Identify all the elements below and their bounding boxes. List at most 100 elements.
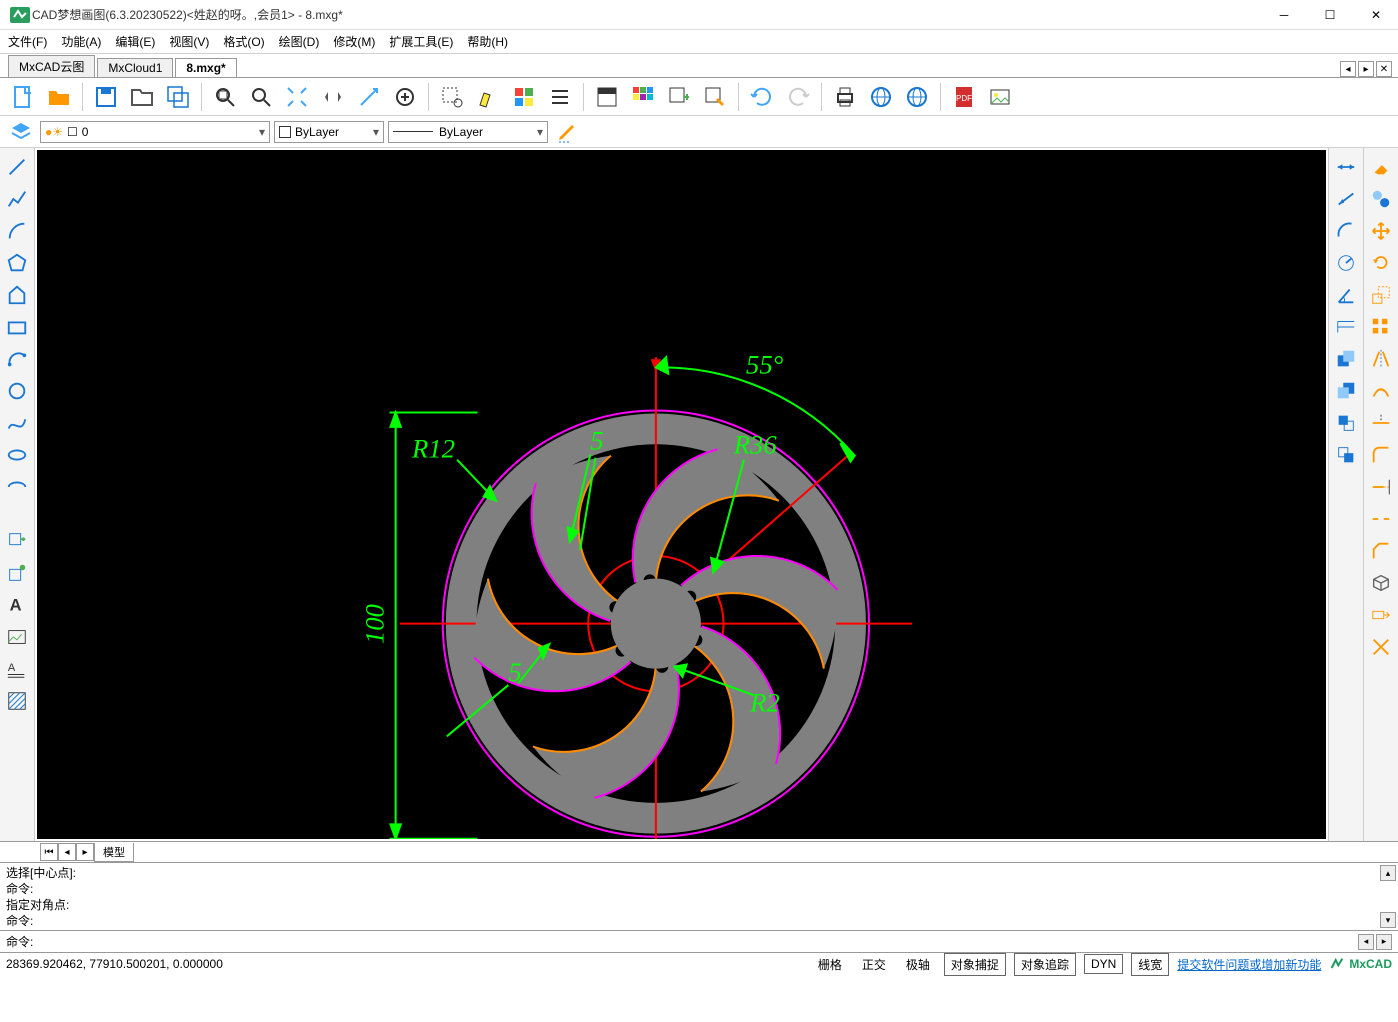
hatch-icon[interactable] xyxy=(2,686,32,716)
extend-icon[interactable] xyxy=(1366,472,1396,502)
menu-edit[interactable]: 编辑(E) xyxy=(115,33,155,50)
dim-baseline-icon[interactable] xyxy=(1331,312,1361,342)
block-insert-icon[interactable] xyxy=(662,80,696,114)
grid-toggle[interactable]: 栅格 xyxy=(812,954,848,975)
lineweight-combo[interactable]: ByLayer xyxy=(388,121,548,143)
copy-icon[interactable] xyxy=(1366,184,1396,214)
text-icon[interactable]: A xyxy=(2,590,32,620)
web2-icon[interactable] xyxy=(900,80,934,114)
model-tab[interactable]: 模型 xyxy=(94,843,134,862)
web-icon[interactable] xyxy=(864,80,898,114)
mtext-icon[interactable]: A xyxy=(2,654,32,684)
color-combo[interactable]: ByLayer xyxy=(274,121,384,143)
menu-extend[interactable]: 扩展工具(E) xyxy=(389,33,453,50)
tab-mxcloud1[interactable]: MxCloud1 xyxy=(97,58,173,77)
save-icon[interactable] xyxy=(89,80,123,114)
redo-icon[interactable] xyxy=(781,80,815,114)
layer-manager-icon[interactable] xyxy=(590,80,624,114)
print-icon[interactable] xyxy=(828,80,862,114)
minimize-button[interactable]: ─ xyxy=(1270,5,1298,25)
otrack-toggle[interactable]: 对象追踪 xyxy=(1014,953,1076,976)
image-insert-icon[interactable] xyxy=(2,622,32,652)
box3d-icon[interactable] xyxy=(1366,568,1396,598)
menu-format[interactable]: 格式(O) xyxy=(223,33,264,50)
dim-aligned-icon[interactable] xyxy=(1331,184,1361,214)
folder-icon[interactable] xyxy=(125,80,159,114)
menu-draw[interactable]: 绘图(D) xyxy=(279,33,320,50)
btab-prev[interactable]: ◂ xyxy=(58,843,76,861)
image-icon[interactable] xyxy=(983,80,1017,114)
btab-first[interactable]: ⏮ xyxy=(40,843,58,861)
move-back-icon[interactable] xyxy=(1331,376,1361,406)
hscroll-right[interactable]: ▸ xyxy=(1376,934,1392,950)
polygon-icon[interactable] xyxy=(2,248,32,278)
edit-pencil-icon[interactable] xyxy=(552,118,582,146)
move-icon[interactable] xyxy=(1366,216,1396,246)
polyline-icon[interactable] xyxy=(2,184,32,214)
block-edit-icon[interactable] xyxy=(698,80,732,114)
command-input[interactable] xyxy=(33,933,1358,951)
pentagon-icon[interactable] xyxy=(2,280,32,310)
layer-properties-icon[interactable] xyxy=(6,118,36,146)
tab-prev[interactable]: ◂ xyxy=(1340,61,1356,77)
tab-mxcad-cloud[interactable]: MxCAD云图 xyxy=(8,55,95,77)
scroll-down[interactable]: ▾ xyxy=(1380,912,1396,928)
stretch-icon[interactable] xyxy=(1366,600,1396,630)
erase-icon[interactable] xyxy=(1366,152,1396,182)
btab-next[interactable]: ▸ xyxy=(76,843,94,861)
color-palette-icon[interactable] xyxy=(626,80,660,114)
break-icon[interactable] xyxy=(1366,504,1396,534)
maximize-button[interactable]: ☐ xyxy=(1316,5,1344,25)
dyn-toggle[interactable]: DYN xyxy=(1084,954,1123,974)
arc3pt-icon[interactable] xyxy=(2,344,32,374)
tab-next[interactable]: ▸ xyxy=(1358,61,1374,77)
explode-icon[interactable] xyxy=(1366,632,1396,662)
undo-icon[interactable] xyxy=(745,80,779,114)
drawing-canvas[interactable]: 100 32 55° xyxy=(37,150,1326,839)
arc-icon[interactable] xyxy=(2,216,32,246)
fillet-icon[interactable] xyxy=(1366,440,1396,470)
polar-toggle[interactable]: 极轴 xyxy=(900,954,936,975)
scale-icon[interactable] xyxy=(1366,280,1396,310)
array-icon[interactable] xyxy=(1366,312,1396,342)
feedback-link[interactable]: 提交软件问题或增加新功能 xyxy=(1177,956,1321,973)
pan-icon[interactable] xyxy=(316,80,350,114)
dim-arc-icon[interactable] xyxy=(1331,216,1361,246)
trim-icon[interactable] xyxy=(1366,408,1396,438)
send-below-icon[interactable] xyxy=(1331,440,1361,470)
bring-above-icon[interactable] xyxy=(1331,408,1361,438)
saveas-icon[interactable] xyxy=(161,80,195,114)
dim-linear-icon[interactable] xyxy=(1331,152,1361,182)
zoom-realtime-icon[interactable] xyxy=(244,80,278,114)
menu-modify[interactable]: 修改(M) xyxy=(333,33,375,50)
chamfer-icon[interactable] xyxy=(1366,536,1396,566)
zoom-extents-icon[interactable] xyxy=(280,80,314,114)
circle-icon[interactable] xyxy=(2,376,32,406)
zoom-window-icon[interactable] xyxy=(208,80,242,114)
list-icon[interactable] xyxy=(543,80,577,114)
offset-icon[interactable] xyxy=(1366,376,1396,406)
menu-help[interactable]: 帮助(H) xyxy=(467,33,508,50)
zoom-scale-icon[interactable] xyxy=(388,80,422,114)
new-icon[interactable] xyxy=(6,80,40,114)
open-icon[interactable] xyxy=(42,80,76,114)
mirror-icon[interactable] xyxy=(1366,344,1396,374)
properties-icon[interactable] xyxy=(507,80,541,114)
rotate-icon[interactable] xyxy=(1366,248,1396,278)
tab-close[interactable]: ✕ xyxy=(1376,61,1392,77)
close-button[interactable]: ✕ xyxy=(1362,5,1390,25)
menu-view[interactable]: 视图(V) xyxy=(169,33,209,50)
menu-function[interactable]: 功能(A) xyxy=(61,33,101,50)
dim-radius-icon[interactable] xyxy=(1331,248,1361,278)
tab-8mxg[interactable]: 8.mxg* xyxy=(175,58,236,77)
pdf-icon[interactable]: PDF xyxy=(947,80,981,114)
zoom-previous-icon[interactable] xyxy=(352,80,386,114)
ortho-toggle[interactable]: 正交 xyxy=(856,954,892,975)
dim-angular-icon[interactable] xyxy=(1331,280,1361,310)
move-front-icon[interactable] xyxy=(1331,344,1361,374)
line-icon[interactable] xyxy=(2,152,32,182)
hscroll-left[interactable]: ◂ xyxy=(1358,934,1374,950)
osnap-toggle[interactable]: 对象捕捉 xyxy=(944,953,1006,976)
select-window-icon[interactable] xyxy=(435,80,469,114)
ellipse-arc-icon[interactable] xyxy=(2,472,32,502)
